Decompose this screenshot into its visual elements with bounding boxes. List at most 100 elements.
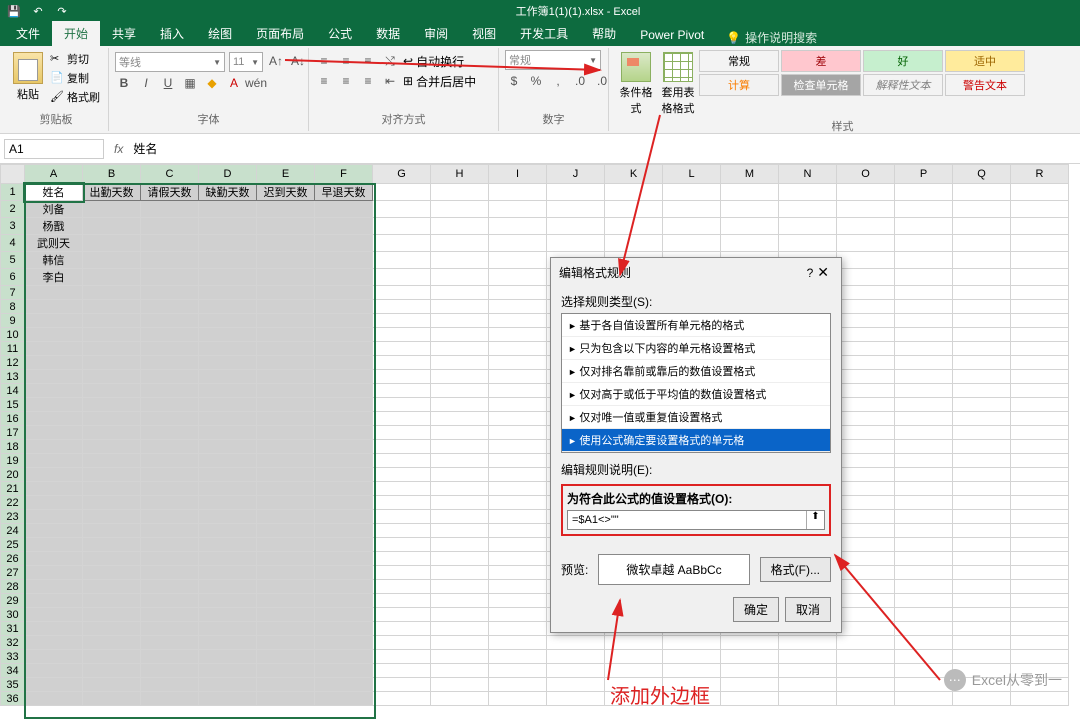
align-right-icon[interactable]: ≡ xyxy=(359,72,377,90)
cell[interactable] xyxy=(605,184,663,201)
row-header[interactable]: 22 xyxy=(1,496,25,510)
cell[interactable] xyxy=(373,468,431,482)
cell[interactable] xyxy=(489,286,547,300)
cell[interactable] xyxy=(1011,440,1069,454)
row-header[interactable]: 12 xyxy=(1,356,25,370)
row-header[interactable]: 36 xyxy=(1,692,25,706)
cell[interactable] xyxy=(895,328,953,342)
cell[interactable] xyxy=(199,496,257,510)
rule-type-list[interactable]: 基于各自值设置所有单元格的格式 只为包含以下内容的单元格设置格式 仅对排名靠前或… xyxy=(561,313,831,453)
cell[interactable] xyxy=(721,235,779,252)
cell[interactable] xyxy=(953,426,1011,440)
cell[interactable] xyxy=(25,608,83,622)
cell[interactable] xyxy=(1011,201,1069,218)
cell[interactable] xyxy=(489,440,547,454)
cell[interactable] xyxy=(373,426,431,440)
cancel-button[interactable]: 取消 xyxy=(785,597,831,622)
cell[interactable] xyxy=(373,594,431,608)
cell[interactable] xyxy=(895,269,953,286)
row-header[interactable]: 7 xyxy=(1,286,25,300)
cell[interactable] xyxy=(953,566,1011,580)
cell[interactable] xyxy=(489,384,547,398)
cell[interactable] xyxy=(663,235,721,252)
cell[interactable] xyxy=(953,552,1011,566)
align-center-icon[interactable]: ≡ xyxy=(337,72,355,90)
cell[interactable] xyxy=(489,252,547,269)
cell[interactable] xyxy=(431,235,489,252)
cell[interactable] xyxy=(25,482,83,496)
ok-button[interactable]: 确定 xyxy=(733,597,779,622)
cell[interactable] xyxy=(83,496,141,510)
cell[interactable] xyxy=(1011,412,1069,426)
row-header[interactable]: 29 xyxy=(1,594,25,608)
cell[interactable] xyxy=(25,622,83,636)
cell[interactable] xyxy=(663,218,721,235)
cell[interactable] xyxy=(1011,622,1069,636)
range-picker-icon[interactable]: ⬆ xyxy=(806,511,824,529)
align-middle-icon[interactable]: ≡ xyxy=(337,52,355,70)
cell[interactable] xyxy=(373,608,431,622)
cell[interactable] xyxy=(953,201,1011,218)
undo-icon[interactable]: ↶ xyxy=(30,3,46,19)
cell[interactable] xyxy=(199,384,257,398)
cell[interactable] xyxy=(199,678,257,692)
cell[interactable] xyxy=(83,370,141,384)
cell[interactable] xyxy=(141,468,199,482)
cell[interactable] xyxy=(83,201,141,218)
cell[interactable] xyxy=(315,454,373,468)
cell[interactable] xyxy=(199,269,257,286)
style-explan[interactable]: 解释性文本 xyxy=(863,74,943,96)
cell[interactable] xyxy=(199,440,257,454)
cell[interactable] xyxy=(895,370,953,384)
cell[interactable] xyxy=(953,398,1011,412)
cell[interactable] xyxy=(141,426,199,440)
cell[interactable] xyxy=(895,201,953,218)
cell[interactable] xyxy=(199,328,257,342)
cell[interactable] xyxy=(431,678,489,692)
cell[interactable] xyxy=(1011,184,1069,201)
cell[interactable] xyxy=(953,524,1011,538)
cell[interactable] xyxy=(83,538,141,552)
cell[interactable] xyxy=(779,650,837,664)
fill-color-button[interactable]: ◆ xyxy=(203,74,221,92)
cell[interactable] xyxy=(25,300,83,314)
cell[interactable] xyxy=(779,692,837,706)
cell[interactable] xyxy=(837,201,895,218)
cell[interactable] xyxy=(489,201,547,218)
cell[interactable] xyxy=(373,580,431,594)
formula-input[interactable]: 姓名 xyxy=(129,138,1080,159)
cell[interactable] xyxy=(199,468,257,482)
row-header[interactable]: 23 xyxy=(1,510,25,524)
cell[interactable] xyxy=(257,538,315,552)
formula-field[interactable]: ⬆ xyxy=(567,510,825,530)
cell[interactable] xyxy=(837,510,895,524)
save-icon[interactable]: 💾 xyxy=(6,3,22,19)
cell[interactable] xyxy=(257,580,315,594)
cell[interactable] xyxy=(199,426,257,440)
spreadsheet-grid[interactable]: ABCDEFGHIJKLMNOPQR1姓名出勤天数请假天数缺勤天数迟到天数早退天… xyxy=(0,164,1069,706)
cell[interactable] xyxy=(373,269,431,286)
cell[interactable] xyxy=(953,370,1011,384)
cell[interactable]: 杨戬 xyxy=(25,218,83,235)
increase-font-icon[interactable]: A↑ xyxy=(267,52,285,70)
tell-me-search[interactable]: 💡 操作说明搜索 xyxy=(726,29,817,46)
tab-layout[interactable]: 页面布局 xyxy=(244,21,316,46)
cell[interactable]: 迟到天数 xyxy=(257,184,315,201)
cell[interactable] xyxy=(489,314,547,328)
rule-item[interactable]: 仅对高于或低于平均值的数值设置格式 xyxy=(562,383,830,406)
font-name-combo[interactable]: 等线▼ xyxy=(115,52,225,72)
cell[interactable] xyxy=(779,235,837,252)
row-header[interactable]: 18 xyxy=(1,440,25,454)
cell[interactable] xyxy=(199,524,257,538)
orientation-icon[interactable]: ⤭ xyxy=(381,52,399,70)
cell[interactable] xyxy=(83,594,141,608)
cell[interactable] xyxy=(25,650,83,664)
column-header[interactable]: I xyxy=(489,165,547,184)
cell[interactable] xyxy=(373,454,431,468)
row-header[interactable]: 25 xyxy=(1,538,25,552)
cell[interactable] xyxy=(721,184,779,201)
cell[interactable] xyxy=(199,552,257,566)
cell[interactable] xyxy=(895,496,953,510)
help-icon[interactable]: ? xyxy=(807,266,814,280)
cell[interactable] xyxy=(25,580,83,594)
